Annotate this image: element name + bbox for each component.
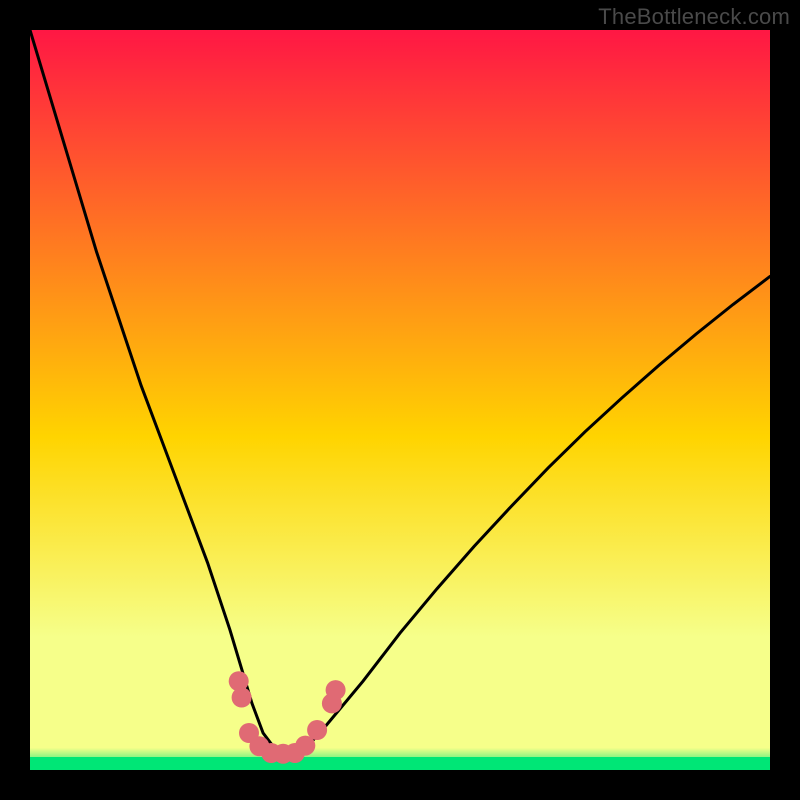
- curve-dot: [326, 680, 346, 700]
- chart-svg: [30, 30, 770, 770]
- curve-dot: [307, 720, 327, 740]
- gradient-background: [30, 30, 770, 770]
- watermark-text: TheBottleneck.com: [598, 4, 790, 30]
- curve-dot: [232, 688, 252, 708]
- green-baseline-band: [30, 757, 770, 770]
- plot-area: [30, 30, 770, 770]
- chart-stage: TheBottleneck.com: [0, 0, 800, 800]
